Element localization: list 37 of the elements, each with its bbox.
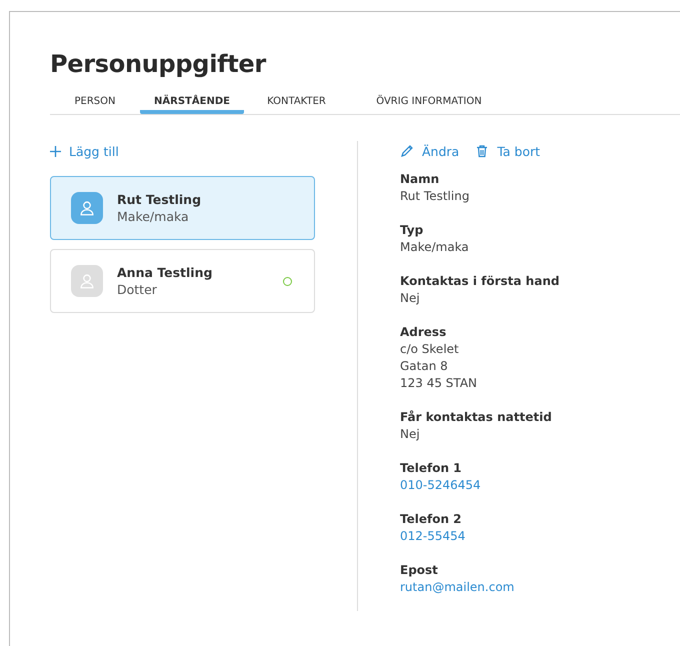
field-label: Adress bbox=[400, 324, 448, 341]
field-label: Kontaktas i första hand bbox=[400, 273, 560, 290]
relative-name: Rut Testling bbox=[117, 192, 202, 207]
trash-icon bbox=[475, 144, 490, 158]
tab[interactable]: NÄRSTÅENDE bbox=[140, 88, 244, 114]
relative-name: Anna Testling bbox=[117, 265, 214, 280]
relation-text: Make/maka bbox=[117, 209, 190, 224]
field-label: Får kontaktas nattetid bbox=[400, 409, 553, 426]
pencil-icon bbox=[400, 144, 414, 158]
plus-icon bbox=[50, 146, 61, 156]
person-icon bbox=[71, 265, 103, 297]
add-button[interactable]: Lägg till bbox=[50, 141, 119, 161]
field-label: Telefon 1 bbox=[400, 460, 463, 477]
tab[interactable]: KONTAKTER bbox=[244, 88, 349, 114]
field-value: c/o Skelet bbox=[400, 341, 460, 358]
field-value: Gatan 8 bbox=[400, 358, 449, 375]
field-value: Rut Testling bbox=[400, 188, 470, 205]
page-title: Personuppgifter bbox=[50, 50, 268, 80]
contact-link[interactable]: 012-55454 bbox=[400, 528, 560, 545]
person-icon bbox=[71, 192, 103, 224]
field-label: Namn bbox=[400, 171, 440, 188]
field-value: Nej bbox=[400, 290, 421, 307]
edit-button[interactable]: Ändra bbox=[400, 141, 460, 161]
delete-button[interactable]: Ta bort bbox=[475, 141, 540, 161]
tab[interactable]: ÖVRIG INFORMATION bbox=[349, 88, 509, 114]
field-value: Nej bbox=[400, 426, 421, 443]
relation-text: Dotter bbox=[117, 282, 158, 297]
field-label: Telefon 2 bbox=[400, 511, 463, 528]
field-value: Make/maka bbox=[400, 239, 470, 256]
field-value: 123 45 STAN bbox=[400, 375, 478, 392]
tab[interactable]: PERSON bbox=[50, 88, 140, 114]
field-label: Epost bbox=[400, 562, 439, 579]
field-label: Typ bbox=[400, 222, 424, 239]
contact-link[interactable]: 010-5246454 bbox=[400, 477, 560, 494]
relative-card[interactable]: Rut Testling Make/maka bbox=[50, 176, 315, 240]
contact-link[interactable]: rutan@mailen.com bbox=[400, 579, 560, 596]
relative-card[interactable]: Anna Testling Dotter bbox=[50, 249, 315, 313]
